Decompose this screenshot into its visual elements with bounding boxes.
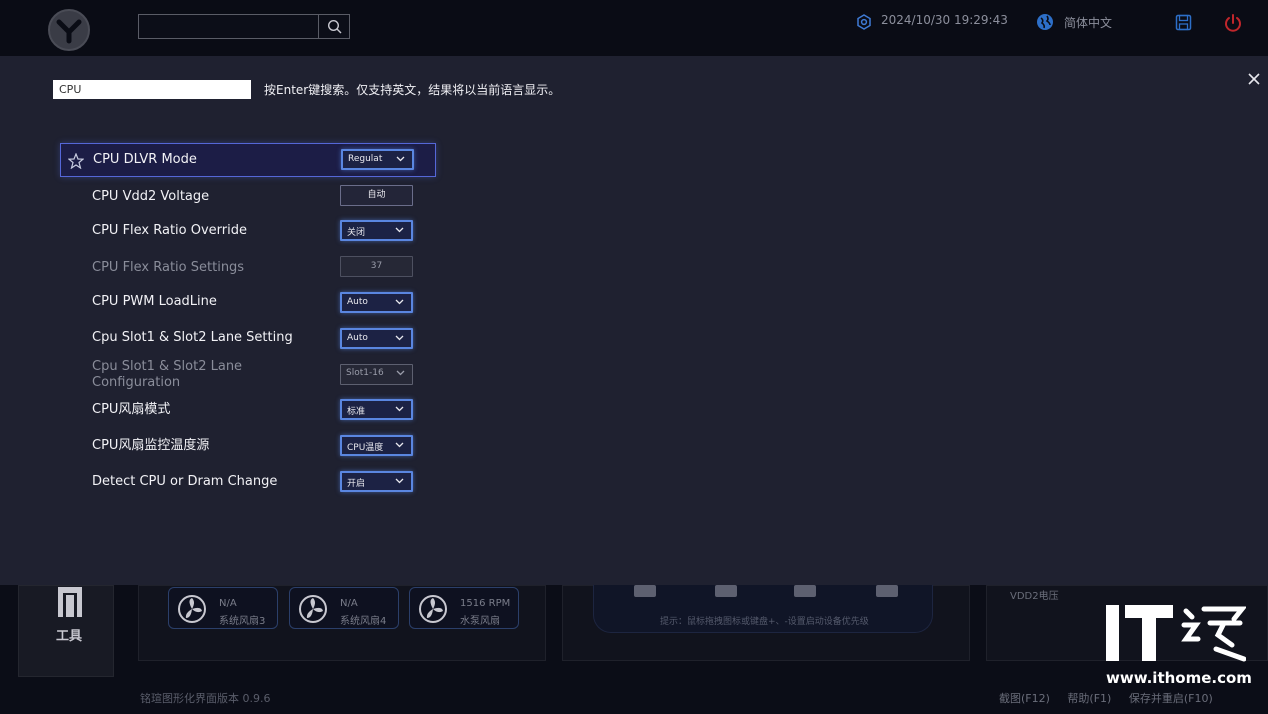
setting-label: Cpu Slot1 & Slot2 Lane Setting [92, 330, 293, 345]
optical-drive-icon[interactable] [876, 585, 898, 597]
fan-value: N/A [340, 598, 358, 609]
setting-dropdown[interactable]: Auto [340, 328, 413, 349]
dropdown-value: 开启 [347, 479, 366, 489]
search-overlay [0, 56, 1268, 585]
chevron-down-icon [395, 334, 404, 344]
search-icon[interactable] [318, 15, 349, 38]
footer-shortcuts: 截图(F12) 帮助(F1) 保存并重启(F10) [999, 690, 1213, 706]
setting-label: CPU Flex Ratio Settings [92, 260, 245, 275]
dropdown-value: Slot1-16 [346, 368, 384, 378]
close-icon[interactable] [1246, 71, 1262, 87]
setting-dropdown[interactable]: 标准 [340, 399, 413, 420]
setting-dropdown[interactable]: 开启 [340, 471, 413, 492]
watermark-logo [1106, 605, 1246, 662]
save-icon[interactable] [1175, 14, 1192, 35]
setting-label: Cpu Slot1 & Slot2 Lane Configuration [92, 359, 243, 390]
version-text: 铭瑄图形化界面版本 0.9.6 [140, 692, 271, 705]
top-bar: 2024/10/30 19:29:43 简体中文 [0, 0, 1268, 56]
watermark-url: www.ithome.com [1106, 669, 1252, 687]
usb-icon[interactable] [715, 585, 737, 597]
setting-row-cpu-slot-lane-configuration: Cpu Slot1 & Slot2 Lane Configuration Slo… [60, 358, 436, 394]
fan-card[interactable]: 1516 RPM 水泵风扇 [409, 587, 519, 629]
setting-row-cpu-pwm-loadline: CPU PWM LoadLine Auto [60, 286, 436, 320]
fan-icon [298, 594, 328, 628]
save-restart-shortcut[interactable]: 保存并重启(F10) [1129, 692, 1213, 705]
dropdown-value: 关闭 [347, 228, 366, 238]
top-search-field[interactable] [138, 14, 350, 39]
setting-label: CPU DLVR Mode [93, 152, 197, 167]
setting-label: CPU Flex Ratio Override [92, 223, 248, 238]
dropdown-value: Regulat [348, 154, 383, 164]
favorite-star-icon[interactable] [67, 152, 85, 173]
setting-row-cpu-slot-lane-setting: Cpu Slot1 & Slot2 Lane Setting Auto [60, 322, 436, 356]
network-icon[interactable] [794, 585, 816, 597]
globe-icon[interactable] [1036, 13, 1054, 35]
chevron-down-icon [396, 155, 405, 165]
dropdown-value: 标准 [347, 407, 366, 417]
drive-icon[interactable] [634, 585, 656, 597]
setting-dropdown[interactable]: 关闭 [340, 220, 413, 241]
power-icon[interactable] [1223, 13, 1243, 37]
fan-value: N/A [219, 598, 237, 609]
voltage-label: VDD2电压 [1010, 591, 1059, 602]
setting-text-field: 37 [340, 256, 413, 277]
setting-dropdown[interactable]: Regulat [341, 149, 414, 170]
brand-logo[interactable] [48, 9, 90, 51]
fan-card[interactable]: N/A 系统风扇3 [168, 587, 278, 629]
chevron-down-icon [395, 477, 404, 487]
tools-label: 工具 [56, 629, 83, 644]
chevron-down-icon [395, 226, 404, 236]
setting-label: CPU Vdd2 Voltage [92, 189, 210, 204]
setting-dropdown[interactable]: CPU温度 [340, 435, 413, 456]
setting-dropdown[interactable]: Auto [340, 292, 413, 313]
fan-icon [177, 594, 207, 628]
setting-label: CPU PWM LoadLine [92, 294, 217, 309]
setting-row-cpu-flex-ratio-settings: CPU Flex Ratio Settings 37 [60, 251, 436, 285]
fan-value: 1516 RPM [460, 598, 511, 609]
help-shortcut[interactable]: 帮助(F1) [1067, 692, 1111, 705]
screenshot-shortcut[interactable]: 截图(F12) [999, 692, 1050, 705]
boot-hint: 提示：鼠标拖拽图标或键盘+、-设置启动设备优先级 [660, 617, 869, 627]
fan-icon [418, 594, 448, 628]
setting-dropdown: Slot1-16 [340, 364, 413, 385]
language-selector[interactable]: 简体中文 [1064, 14, 1112, 31]
chevron-down-icon [396, 369, 405, 379]
fan-name: 系统风扇4 [340, 616, 387, 627]
dropdown-value: CPU温度 [347, 443, 384, 453]
setting-label: CPU风扇模式 [92, 402, 171, 417]
setting-row-cpu-flex-ratio-override: CPU Flex Ratio Override 关闭 [60, 214, 436, 248]
setting-row-cpu-vdd2-voltage: CPU Vdd2 Voltage 自动 [60, 180, 436, 214]
setting-label: CPU风扇监控温度源 [92, 438, 210, 453]
chevron-down-icon [395, 298, 404, 308]
setting-row-detect-cpu-dram-change: Detect CPU or Dram Change 开启 [60, 465, 436, 499]
setting-row-cpu-fan-temp-source: CPU风扇监控温度源 CPU温度 [60, 430, 436, 464]
settings-search-input[interactable] [53, 80, 251, 99]
fan-card[interactable]: N/A 系统风扇4 [289, 587, 399, 629]
tools-icon [52, 587, 88, 619]
setting-row-cpu-fan-mode: CPU风扇模式 标准 [60, 394, 436, 428]
dropdown-value: Auto [347, 333, 368, 343]
datetime-display: 2024/10/30 19:29:43 [881, 13, 1008, 27]
setting-label: Detect CPU or Dram Change [92, 474, 278, 489]
settings-gear-icon[interactable] [856, 14, 872, 34]
setting-text-field[interactable]: 自动 [340, 185, 413, 206]
setting-row-cpu-dlvr-mode[interactable]: CPU DLVR Mode Regulat [60, 143, 436, 177]
fan-name: 水泵风扇 [460, 616, 500, 627]
fan-name: 系统风扇3 [219, 616, 266, 627]
chevron-down-icon [395, 405, 404, 415]
search-hint: 按Enter键搜索。仅支持英文，结果将以当前语言显示。 [264, 83, 561, 97]
dropdown-value: Auto [347, 297, 368, 307]
chevron-down-icon [395, 441, 404, 451]
